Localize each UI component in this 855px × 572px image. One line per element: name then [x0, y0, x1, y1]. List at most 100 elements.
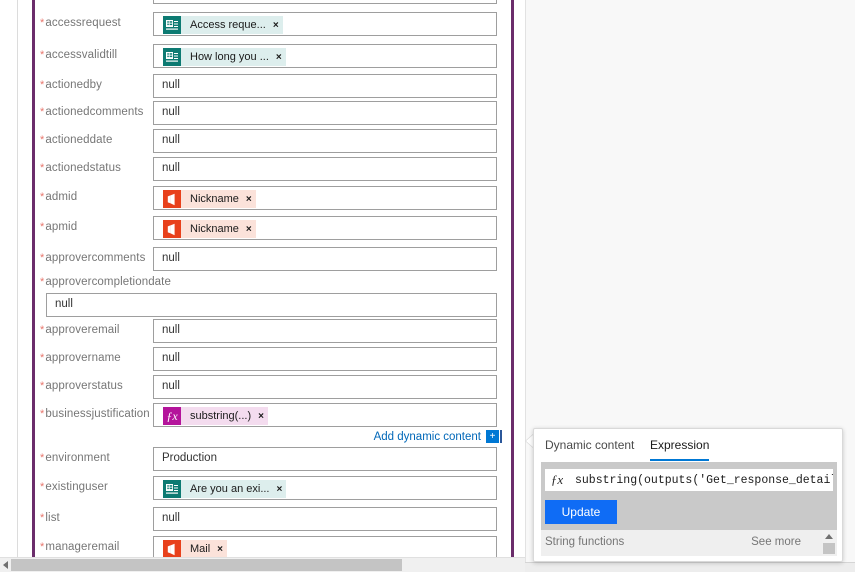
token-chip[interactable]: Nickname × [163, 190, 256, 208]
required-marker: * [40, 252, 45, 264]
token-chip[interactable]: ƒx substring(...) × [163, 407, 268, 425]
expression-input[interactable]: ƒx substring(outputs('Get_response_detai… [545, 469, 833, 491]
form-fields-scroll-area[interactable]: *accessrequest Access reque... × *accessval… [35, 0, 511, 562]
field-input-approveremail[interactable]: null [153, 319, 497, 343]
required-marker: * [40, 49, 45, 61]
field-input-actionedcomments[interactable]: null [153, 101, 497, 125]
field-label-text: actionedby [45, 79, 103, 91]
required-marker: * [40, 380, 45, 392]
field-input-actionedstatus[interactable]: null [153, 157, 497, 181]
token-chip-label: Mail [190, 543, 211, 555]
office-365-users-icon [163, 220, 181, 238]
dynamics-form-panel: *accessrequest Access reque... × *accessval… [0, 0, 525, 562]
required-marker: * [40, 79, 45, 91]
required-marker: * [40, 106, 45, 118]
field-label-approverstatus: *approverstatus [40, 380, 152, 392]
remove-token-icon[interactable]: × [246, 224, 252, 235]
tab-dynamic-content[interactable]: Dynamic content [545, 438, 634, 459]
remove-token-icon[interactable]: × [277, 484, 283, 495]
field-input-businessjustification[interactable]: ƒx substring(...) × [153, 403, 497, 427]
field-input-accessrequest[interactable]: Access reque... × [153, 12, 497, 36]
expression-editor-body: ƒx substring(outputs('Get_response_detai… [541, 462, 837, 530]
fx-expression-icon: ƒx [550, 472, 564, 487]
token-chip-label: How long you ... [190, 51, 269, 63]
field-input-actionedby[interactable]: null [153, 74, 497, 98]
field-input-approvername[interactable]: null [153, 347, 497, 371]
token-chip[interactable]: How long you ... × [163, 48, 286, 66]
remove-token-icon[interactable]: × [217, 544, 223, 555]
required-marker: * [40, 352, 45, 364]
field-value-text: null [162, 380, 180, 392]
field-label-text: approverstatus [45, 380, 123, 392]
required-marker: * [40, 408, 45, 420]
add-dynamic-content-row: Add dynamic content + [35, 429, 511, 445]
field-label-text: accessvalidtill [45, 49, 118, 61]
horizontal-scrollbar[interactable] [0, 557, 525, 572]
token-chip[interactable]: Are you an exi... × [163, 480, 287, 498]
field-label-text: approvername [45, 352, 121, 364]
field-input-apmid[interactable]: Nickname × [153, 216, 497, 240]
remove-token-icon[interactable]: × [246, 194, 252, 205]
field-input-approvercomments[interactable]: null [153, 247, 497, 271]
field-label-text: approveremail [45, 324, 120, 336]
update-button[interactable]: Update [545, 500, 617, 524]
field-value-text: null [162, 512, 180, 524]
horizontal-scrollbar-thumb[interactable] [11, 559, 402, 571]
required-marker: * [40, 452, 45, 464]
field-input-actioneddate[interactable]: null [153, 129, 497, 153]
field-value-text: null [55, 298, 73, 310]
microsoft-forms-icon [163, 16, 181, 34]
remove-token-icon[interactable]: × [276, 52, 282, 63]
field-input-approvercompletiondate[interactable]: null [46, 293, 497, 317]
field-label-manageremail: *manageremail [40, 541, 152, 553]
see-more-link[interactable]: See more [751, 536, 801, 548]
scroll-up-arrow-icon[interactable] [822, 531, 836, 542]
field-value-text: null [162, 324, 180, 336]
token-chip[interactable]: Access reque... × [163, 16, 283, 34]
field-label-accessrequest: *accessrequest [40, 17, 152, 29]
remove-token-icon[interactable]: × [273, 20, 279, 31]
field-input-approverstatus[interactable]: null [153, 375, 497, 399]
remove-token-icon[interactable]: × [258, 411, 264, 422]
field-input-list[interactable]: null [153, 507, 497, 531]
add-dynamic-content-plus-button[interactable]: + [486, 430, 499, 444]
tab-expression[interactable]: Expression [650, 438, 710, 461]
token-chip-label: Are you an exi... [190, 483, 270, 495]
vertical-scrollbar-thumb[interactable] [823, 543, 835, 554]
field-label-apmid: *apmid [40, 221, 152, 233]
field-value-text: null [162, 79, 180, 91]
field-input-existinguser[interactable]: Are you an exi... × [153, 476, 497, 500]
microsoft-forms-icon [163, 480, 181, 498]
token-chip-label: Nickname [190, 223, 239, 235]
field-label-text: actionedstatus [45, 162, 121, 174]
field-label-text: manageremail [45, 541, 120, 553]
field-label-text: actionedcomments [45, 106, 144, 118]
expression-input-value: substring(outputs('Get_response_detail [575, 473, 833, 487]
clipped-field-above[interactable] [153, 0, 497, 4]
token-chip[interactable]: Mail × [163, 540, 228, 558]
token-chip-label: substring(...) [190, 410, 252, 422]
text-cursor-caret [500, 430, 502, 444]
field-label-accessvalidtill: *accessvalidtill [40, 49, 152, 61]
field-label-text: accessrequest [45, 17, 121, 29]
field-value-text: null [162, 106, 180, 118]
field-label-text: businessjustification [45, 408, 150, 420]
expression-functions-footer: String functions See more [541, 530, 837, 556]
field-label-text: approvercompletiondate [45, 276, 171, 288]
scroll-left-arrow-icon[interactable] [0, 558, 11, 572]
required-marker: * [40, 324, 45, 336]
token-chip[interactable]: Nickname × [163, 220, 256, 238]
field-label-approvercomments: *approvercomments [40, 252, 152, 264]
field-value-text: null [162, 134, 180, 146]
required-marker: * [40, 134, 45, 146]
microsoft-forms-icon [163, 48, 181, 66]
field-value-text: null [162, 352, 180, 364]
expression-vertical-scrollbar[interactable] [822, 530, 836, 556]
field-input-admid[interactable]: Nickname × [153, 186, 497, 210]
field-input-environment[interactable]: Production [153, 447, 497, 471]
required-marker: * [40, 162, 45, 174]
field-label-actioneddate: *actioneddate [40, 134, 152, 146]
add-dynamic-content-link[interactable]: Add dynamic content [374, 431, 481, 443]
field-input-accessvalidtill[interactable]: How long you ... × [153, 44, 497, 68]
required-marker: * [40, 17, 45, 29]
